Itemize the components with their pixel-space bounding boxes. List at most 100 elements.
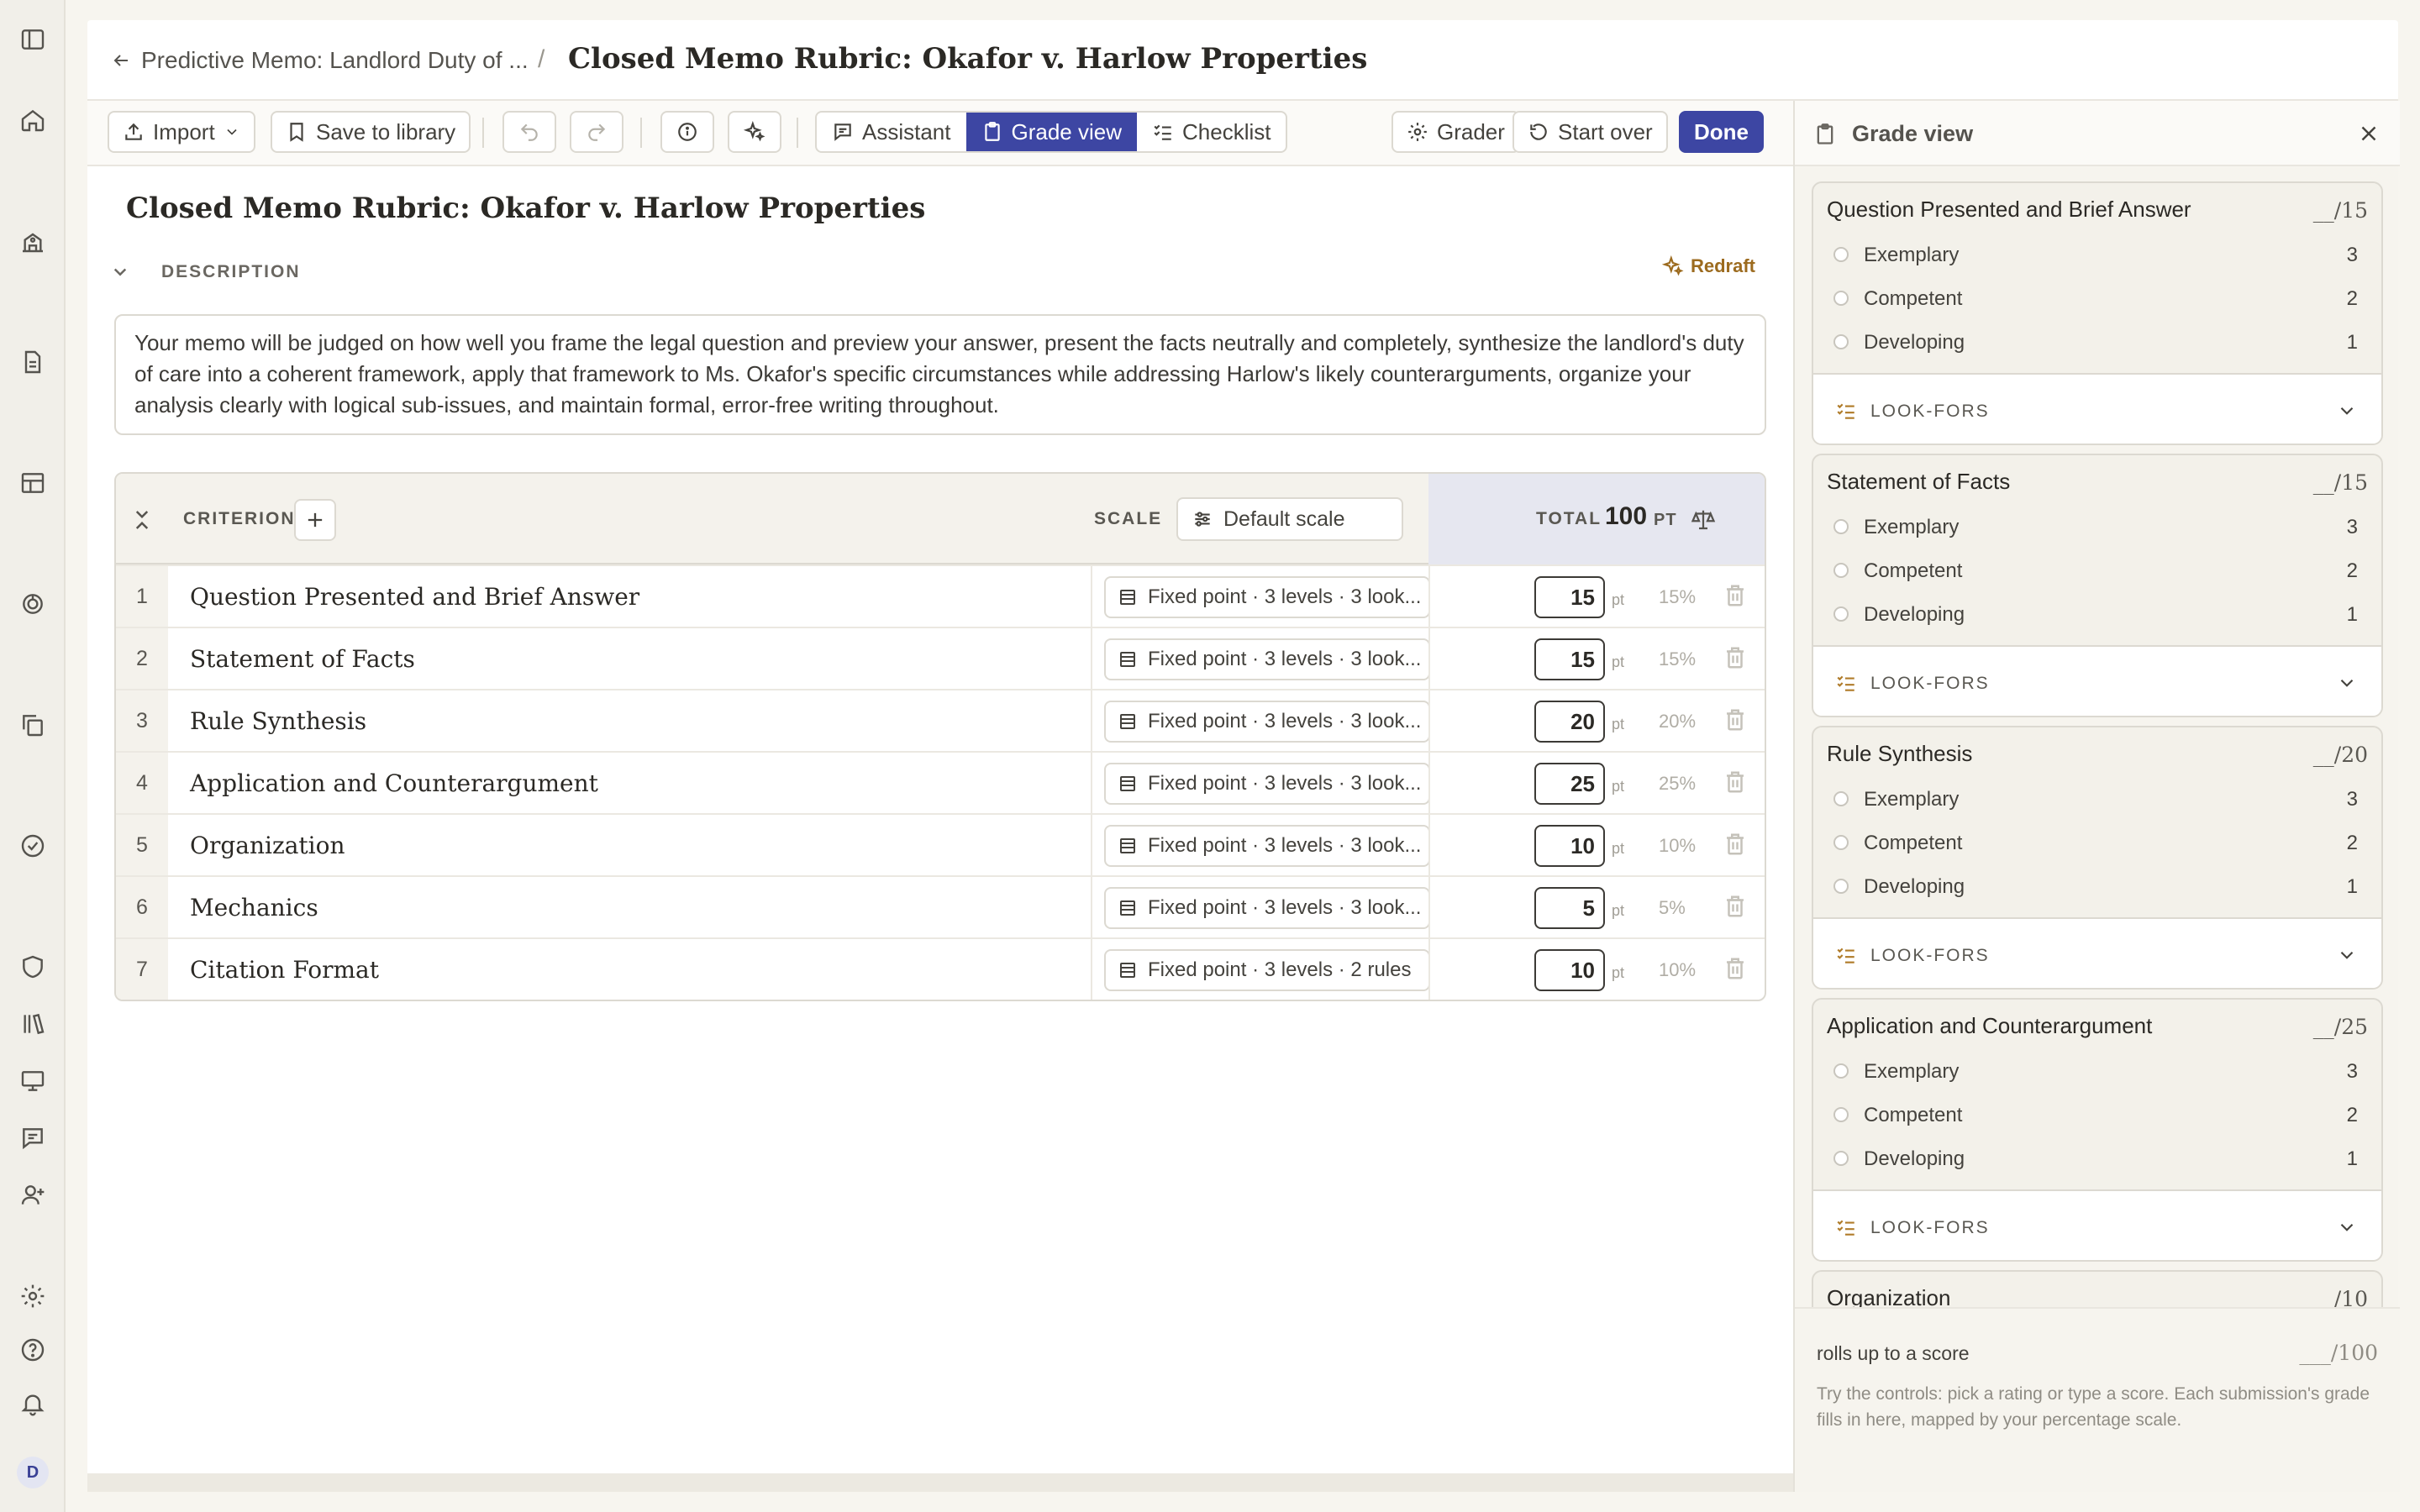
panel-cards[interactable]: Question Presented and Brief Answer __/15… [1795,166,2400,1307]
rating-option[interactable]: Developing 1 [1813,593,2381,637]
tab-assistant[interactable]: Assistant [817,113,965,151]
ai-sparkle-button[interactable] [728,111,781,153]
chevron-down-icon[interactable] [108,259,133,284]
presentation-icon[interactable] [18,1067,47,1095]
criterion-name[interactable]: Statement of Facts [190,645,415,673]
school-icon[interactable] [18,227,47,255]
rating-radio[interactable] [1833,334,1849,349]
copy-icon[interactable] [18,711,47,739]
grader-button[interactable]: Grader [1392,111,1520,153]
rating-option[interactable]: Developing 1 [1813,865,2381,909]
criterion-name[interactable]: Application and Counterargument [190,769,598,797]
avatar[interactable]: D [17,1457,49,1488]
rating-radio[interactable] [1833,1151,1849,1166]
rating-radio[interactable] [1833,606,1849,622]
points-input[interactable]: 10 [1534,825,1605,867]
rating-option[interactable]: Exemplary 3 [1813,1050,2381,1094]
trash-icon[interactable] [1723,707,1748,732]
criterion-name[interactable]: Citation Format [190,956,379,984]
info-button[interactable] [660,111,714,153]
grade-card-max[interactable]: __/10 [2313,1287,2368,1307]
rating-option[interactable]: Competent 2 [1813,822,2381,865]
close-icon[interactable] [2356,121,2381,146]
rubric-title[interactable]: Closed Memo Rubric: Okafor v. Harlow Pro… [126,192,925,225]
points-input[interactable]: 5 [1534,887,1605,929]
rating-option[interactable]: Developing 1 [1813,1137,2381,1181]
rating-radio[interactable] [1833,519,1849,534]
tab-checklist[interactable]: Checklist [1137,113,1286,151]
help-icon[interactable] [18,1336,47,1364]
scale-config-button[interactable]: Fixed point · 3 levels · 3 look... [1104,576,1430,618]
points-input[interactable]: 25 [1534,763,1605,805]
add-criterion-button[interactable] [294,499,336,541]
rating-option[interactable]: Exemplary 3 [1813,778,2381,822]
grade-card-max[interactable]: __/25 [2313,1015,2368,1039]
rating-radio[interactable] [1833,291,1849,306]
look-fors-toggle[interactable]: LOOK-FORS [1813,373,2381,444]
library-icon[interactable] [18,1010,47,1038]
rating-radio[interactable] [1833,879,1849,894]
undo-button[interactable] [502,111,556,153]
collapse-all-icon[interactable] [129,507,155,533]
back-link[interactable]: Predictive Memo: Landlord Duty of ... [111,44,529,77]
tab-grade-view[interactable]: Grade view [965,113,1137,151]
done-button[interactable]: Done [1679,111,1764,153]
trash-icon[interactable] [1723,769,1748,795]
points-input[interactable]: 15 [1534,638,1605,680]
rating-option[interactable]: Competent 2 [1813,549,2381,593]
criterion-name[interactable]: Rule Synthesis [190,707,366,735]
table-row[interactable]: 3 Rule Synthesis Fixed point · 3 levels · … [116,689,1765,751]
criterion-name[interactable]: Organization [190,832,345,859]
scale-config-button[interactable]: Fixed point · 3 levels · 3 look... [1104,825,1430,867]
table-row[interactable]: 7 Citation Format Fixed point · 3 levels ·… [116,937,1765,1000]
rating-option[interactable]: Competent 2 [1813,277,2381,321]
points-input[interactable]: 20 [1534,701,1605,743]
rating-radio[interactable] [1833,791,1849,806]
points-input[interactable]: 15 [1534,576,1605,618]
redo-button[interactable] [570,111,623,153]
start-over-button[interactable]: Start over [1512,111,1668,153]
scale-config-button[interactable]: Fixed point · 3 levels · 3 look... [1104,763,1430,805]
default-scale-select[interactable]: Default scale [1176,497,1403,541]
grade-card-max[interactable]: __/20 [2313,743,2368,767]
look-fors-toggle[interactable]: LOOK-FORS [1813,645,2381,716]
trash-icon[interactable] [1723,956,1748,981]
table-row[interactable]: 6 Mechanics Fixed point · 3 levels · 3 loo… [116,875,1765,937]
rating-radio[interactable] [1833,1107,1849,1122]
table-row[interactable]: 4 Application and Counterargument Fixed po… [116,751,1765,813]
table-row[interactable]: 2 Statement of Facts Fixed point · 3 level… [116,627,1765,689]
grade-card-max[interactable]: __/15 [2313,470,2368,495]
rating-option[interactable]: Developing 1 [1813,321,2381,365]
save-to-library-button[interactable]: Save to library [271,111,471,153]
rating-radio[interactable] [1833,247,1849,262]
rating-radio[interactable] [1833,563,1849,578]
look-fors-toggle[interactable]: LOOK-FORS [1813,1189,2381,1260]
sidebar-toggle-icon[interactable] [18,25,47,54]
table-row[interactable]: 5 Organization Fixed point · 3 levels · 3 … [116,813,1765,875]
points-input[interactable]: 10 [1534,949,1605,991]
add-user-icon[interactable] [18,1181,47,1210]
check-circle-icon[interactable] [18,832,47,860]
scale-config-button[interactable]: Fixed point · 3 levels · 2 rules [1104,949,1430,991]
trash-icon[interactable] [1723,894,1748,919]
criterion-name[interactable]: Mechanics [190,894,318,921]
grade-card-max[interactable]: __/15 [2313,198,2368,223]
trash-icon[interactable] [1723,832,1748,857]
table-row[interactable]: 1 Question Presented and Brief Answer Fixe… [116,564,1765,627]
redraft-button[interactable]: Redraft [1662,255,1755,277]
bell-icon[interactable] [18,1389,47,1418]
scale-config-button[interactable]: Fixed point · 3 levels · 3 look... [1104,887,1430,929]
settings-icon[interactable] [18,1282,47,1310]
document-icon[interactable] [18,348,47,376]
chat-icon[interactable] [18,1124,47,1152]
rating-radio[interactable] [1833,835,1849,850]
analytics-icon[interactable] [18,590,47,618]
description-textarea[interactable]: Your memo will be judged on how well you… [114,314,1766,435]
rating-option[interactable]: Exemplary 3 [1813,506,2381,549]
trash-icon[interactable] [1723,583,1748,608]
home-icon[interactable] [18,106,47,134]
scale-config-button[interactable]: Fixed point · 3 levels · 3 look... [1104,701,1430,743]
shield-icon[interactable] [18,953,47,981]
rating-radio[interactable] [1833,1063,1849,1079]
look-fors-toggle[interactable]: LOOK-FORS [1813,917,2381,988]
